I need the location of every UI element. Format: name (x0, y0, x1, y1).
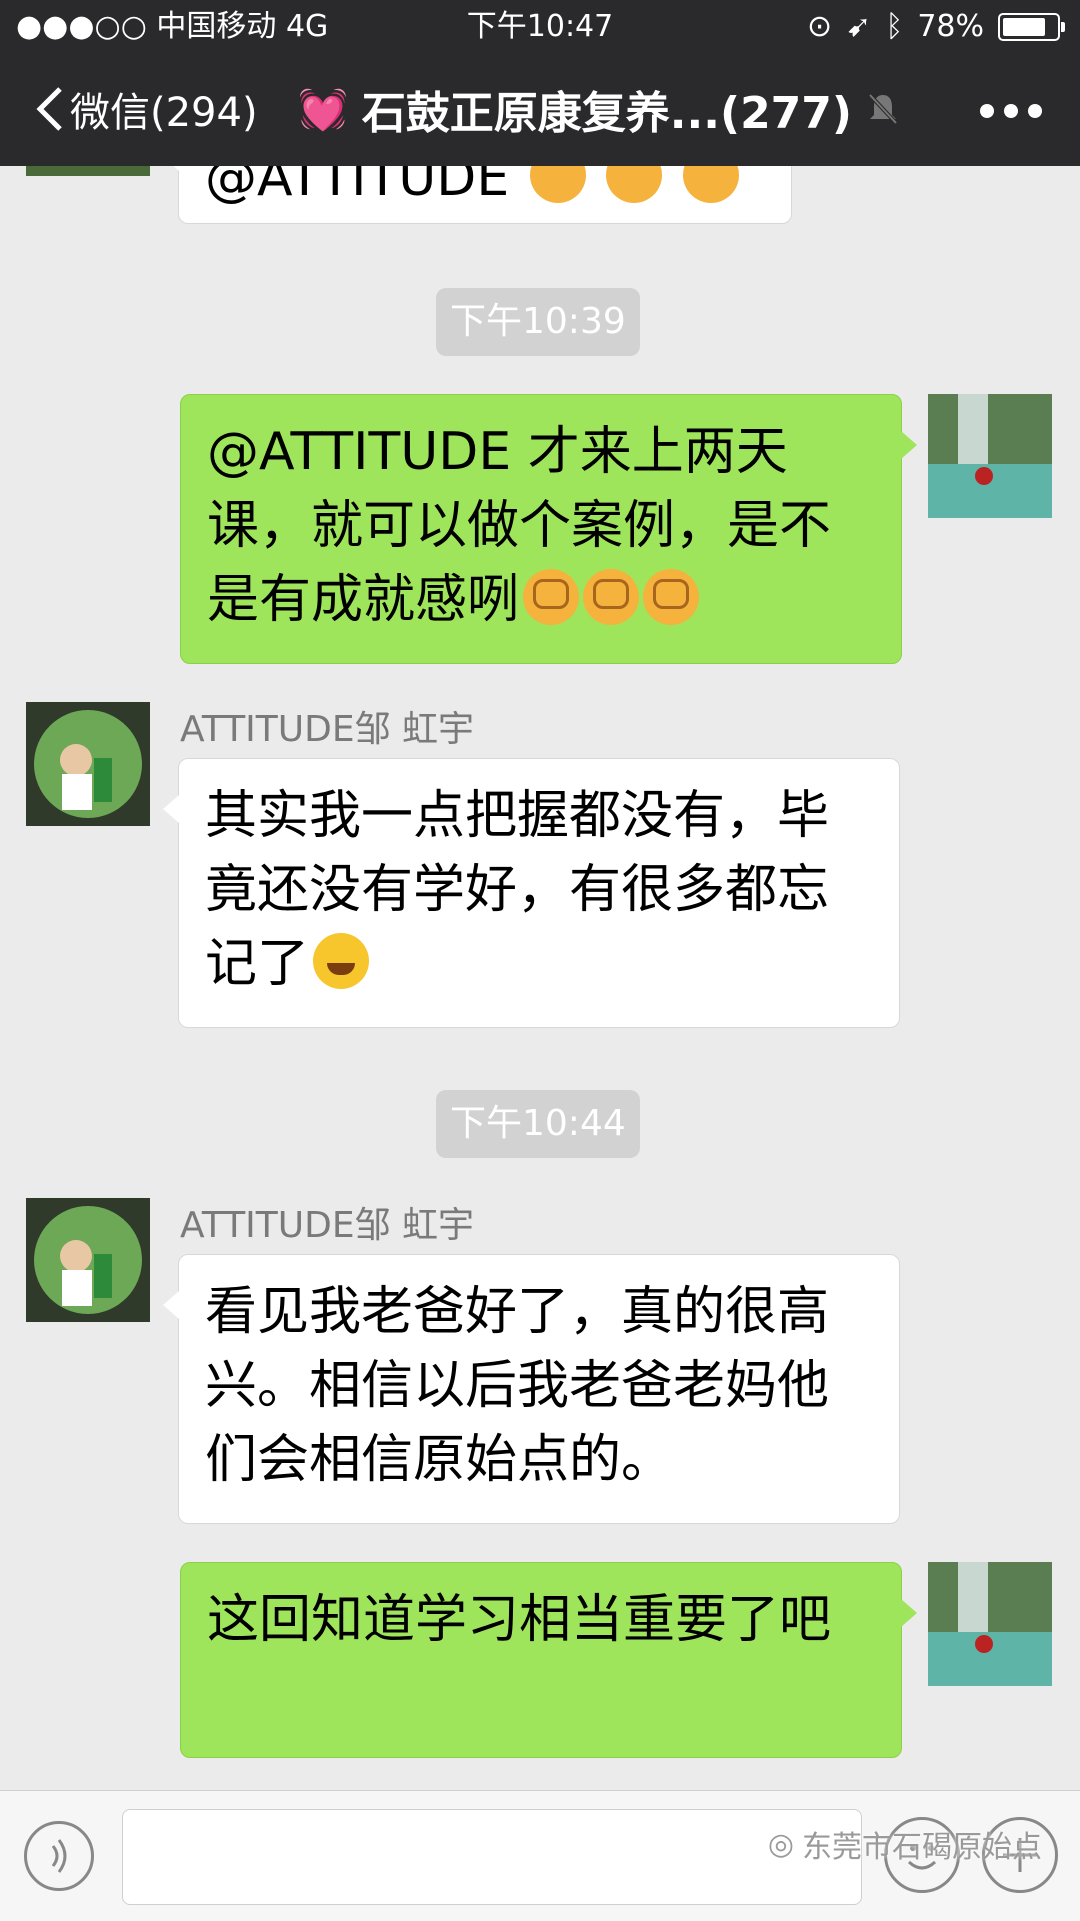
chat-title[interactable]: 💓 石鼓正原康复养...(277) (298, 78, 900, 140)
avatar-attitude[interactable] (26, 1198, 150, 1322)
thumbs-up-icon (606, 166, 663, 203)
laughing-crying-emoji-icon (313, 933, 370, 989)
back-button[interactable]: 微信(294) (34, 78, 258, 140)
avatar-partial[interactable] (26, 166, 150, 176)
top-bar: ●●●○○ 中国移动 4G 下午10:47 ⊙ ➹ ᛒ 78% 微信(294) … (0, 0, 1080, 166)
avatar-attitude[interactable] (26, 702, 150, 826)
message-bubble-received[interactable]: 其实我一点把握都没有，毕竟还没有学好，有很多都忘记了 (163, 758, 900, 1028)
location-icon: ➹ (846, 9, 872, 44)
chevron-left-icon (36, 87, 62, 131)
battery-icon (998, 13, 1065, 41)
rotation-lock-icon: ⊙ (807, 9, 833, 44)
fist-icon (643, 569, 700, 625)
group-name: 石鼓正原康复养...(277) (361, 88, 853, 139)
more-options-button[interactable] (980, 104, 1042, 118)
sender-name: ATTITUDE邹 虹宇 (180, 709, 475, 750)
fist-icon (523, 569, 580, 625)
avatar-self[interactable] (928, 394, 1052, 518)
thumbs-up-icon (529, 166, 586, 203)
bluetooth-icon: ᛒ (885, 9, 904, 44)
status-bar: ●●●○○ 中国移动 4G 下午10:47 ⊙ ➹ ᛒ 78% (0, 0, 1080, 54)
message-input[interactable] (122, 1809, 862, 1905)
wechat-logo-icon: ◎ (767, 1826, 794, 1862)
watermark: ◎ 东莞市石碣原始点 (767, 1826, 1042, 1866)
message-bubble-sent[interactable]: @ATTITUDE 才来上两天课，就可以做个案例，是不是有成就感咧 (180, 394, 917, 664)
message-bubble-sent[interactable]: 这回知道学习相当重要了吧 (180, 1562, 917, 1758)
chat-area[interactable]: @ATTITUDE 下午10:39 @ATTITUDE 才来上两天课，就可以做个… (0, 166, 1080, 1790)
message-bubble-partial[interactable]: @ATTITUDE (163, 166, 792, 224)
mute-bell-icon (868, 93, 898, 125)
heart-icon: 💓 (298, 86, 348, 133)
fist-icon (583, 569, 640, 625)
navigation-bar: 微信(294) 💓 石鼓正原康复养...(277) (0, 54, 1080, 166)
voice-icon[interactable] (24, 1821, 94, 1891)
thumbs-up-icon (682, 166, 739, 203)
message-bubble-received[interactable]: 看见我老爸好了，真的很高兴。相信以后我老爸老妈他们会相信原始点的。 (163, 1254, 900, 1524)
back-label: 微信(294) (70, 90, 258, 136)
timestamp: 下午10:39 (436, 288, 640, 356)
sender-name: ATTITUDE邹 虹宇 (180, 1205, 475, 1246)
timestamp: 下午10:44 (436, 1090, 640, 1158)
battery-percent: 78% (917, 9, 984, 44)
avatar-self[interactable] (928, 1562, 1052, 1686)
